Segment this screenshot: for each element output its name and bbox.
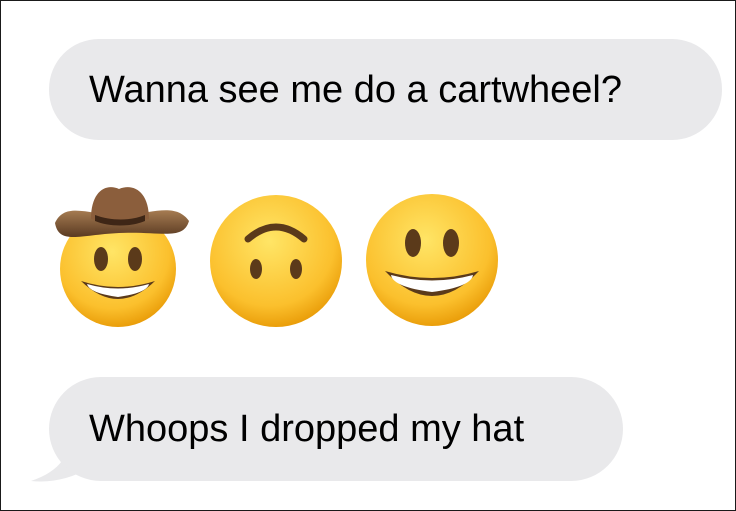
message-text: Whoops I dropped my hat [89, 408, 525, 450]
message-text: Wanna see me do a cartwheel? [89, 68, 623, 111]
message-bubble-received[interactable]: Wanna see me do a cartwheel? [49, 39, 722, 140]
conversation-view: Wanna see me do a cartwheel? Whoops I dr… [0, 0, 736, 511]
upside-down-face-icon [210, 195, 342, 327]
cowboy-hat-face-icon [55, 187, 189, 327]
emoji-message[interactable] [51, 181, 511, 331]
message-bubble-received[interactable]: Whoops I dropped my hat [49, 377, 623, 481]
grinning-face-icon [366, 194, 498, 326]
